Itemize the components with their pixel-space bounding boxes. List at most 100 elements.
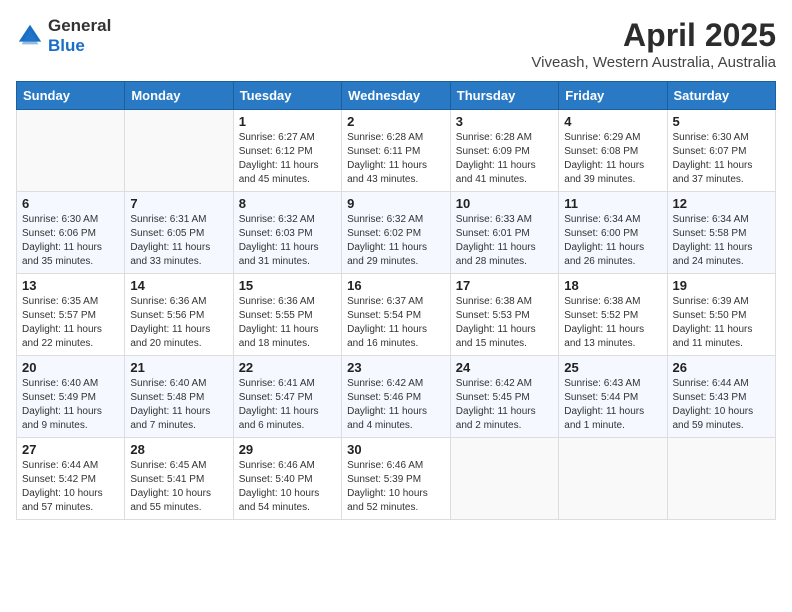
- main-title: April 2025: [531, 16, 776, 54]
- calendar-cell: 10 Sunrise: 6:33 AM Sunset: 6:01 PM Dayli…: [450, 192, 558, 274]
- calendar-cell: [450, 438, 558, 520]
- day-number: 8: [239, 196, 336, 211]
- day-info: Sunrise: 6:41 AM Sunset: 5:47 PM Dayligh…: [239, 377, 336, 433]
- logo-blue: Blue: [48, 36, 111, 56]
- day-info: Sunrise: 6:31 AM Sunset: 6:05 PM Dayligh…: [130, 213, 227, 269]
- calendar-cell: 18 Sunrise: 6:38 AM Sunset: 5:52 PM Dayli…: [559, 274, 667, 356]
- day-number: 11: [564, 196, 661, 211]
- logo-general: General: [48, 16, 111, 36]
- calendar-cell: 6Sunrise: 6:30 AM Sunset: 6:06 PM Daylig…: [17, 192, 125, 274]
- day-info: Sunrise: 6:37 AM Sunset: 5:54 PM Dayligh…: [347, 295, 445, 351]
- day-info: Sunrise: 6:46 AM Sunset: 5:39 PM Dayligh…: [347, 459, 445, 515]
- day-number: 26: [673, 360, 771, 375]
- calendar-cell: 2Sunrise: 6:28 AM Sunset: 6:11 PM Daylig…: [342, 110, 451, 192]
- calendar-week-row: 6Sunrise: 6:30 AM Sunset: 6:06 PM Daylig…: [17, 192, 776, 274]
- day-number: 9: [347, 196, 445, 211]
- calendar-cell: 25 Sunrise: 6:43 AM Sunset: 5:44 PM Dayli…: [559, 356, 667, 438]
- day-info: Sunrise: 6:27 AM Sunset: 6:12 PM Dayligh…: [239, 131, 336, 187]
- day-info: Sunrise: 6:32 AM Sunset: 6:03 PM Dayligh…: [239, 213, 336, 269]
- calendar-cell: 16 Sunrise: 6:37 AM Sunset: 5:54 PM Dayli…: [342, 274, 451, 356]
- day-info: Sunrise: 6:32 AM Sunset: 6:02 PM Dayligh…: [347, 213, 445, 269]
- calendar-cell: [17, 110, 125, 192]
- day-number: 14: [130, 278, 227, 293]
- calendar-cell: 11 Sunrise: 6:34 AM Sunset: 6:00 PM Dayli…: [559, 192, 667, 274]
- day-number: 12: [673, 196, 771, 211]
- day-number: 17: [456, 278, 553, 293]
- day-info: Sunrise: 6:34 AM Sunset: 5:58 PM Dayligh…: [673, 213, 771, 269]
- day-number: 16: [347, 278, 445, 293]
- day-info: Sunrise: 6:36 AM Sunset: 5:55 PM Dayligh…: [239, 295, 336, 351]
- calendar-week-row: 27 Sunrise: 6:44 AM Sunset: 5:42 PM Dayli…: [17, 438, 776, 520]
- calendar-cell: [125, 110, 233, 192]
- day-info: Sunrise: 6:30 AM Sunset: 6:07 PM Dayligh…: [673, 131, 771, 187]
- calendar-cell: 29Sunrise: 6:46 AM Sunset: 5:40 PM Dayli…: [233, 438, 341, 520]
- day-info: Sunrise: 6:44 AM Sunset: 5:42 PM Dayligh…: [22, 459, 119, 515]
- day-info: Sunrise: 6:43 AM Sunset: 5:44 PM Dayligh…: [564, 377, 661, 433]
- calendar-cell: 26Sunrise: 6:44 AM Sunset: 5:43 PM Dayli…: [667, 356, 776, 438]
- calendar-cell: 12 Sunrise: 6:34 AM Sunset: 5:58 PM Dayli…: [667, 192, 776, 274]
- day-number: 13: [22, 278, 119, 293]
- day-number: 20: [22, 360, 119, 375]
- day-info: Sunrise: 6:33 AM Sunset: 6:01 PM Dayligh…: [456, 213, 553, 269]
- calendar-cell: 5Sunrise: 6:30 AM Sunset: 6:07 PM Daylig…: [667, 110, 776, 192]
- day-number: 7: [130, 196, 227, 211]
- day-info: Sunrise: 6:34 AM Sunset: 6:00 PM Dayligh…: [564, 213, 661, 269]
- day-info: Sunrise: 6:45 AM Sunset: 5:41 PM Dayligh…: [130, 459, 227, 515]
- calendar-cell: 4 Sunrise: 6:29 AM Sunset: 6:08 PM Daylig…: [559, 110, 667, 192]
- calendar-cell: 19 Sunrise: 6:39 AM Sunset: 5:50 PM Dayli…: [667, 274, 776, 356]
- calendar-header-row: SundayMondayTuesdayWednesdayThursdayFrid…: [17, 82, 776, 110]
- day-info: Sunrise: 6:29 AM Sunset: 6:08 PM Dayligh…: [564, 131, 661, 187]
- calendar-header-thursday: Thursday: [450, 82, 558, 110]
- calendar-header-saturday: Saturday: [667, 82, 776, 110]
- day-number: 27: [22, 442, 119, 457]
- day-info: Sunrise: 6:39 AM Sunset: 5:50 PM Dayligh…: [673, 295, 771, 351]
- day-info: Sunrise: 6:46 AM Sunset: 5:40 PM Dayligh…: [239, 459, 336, 515]
- day-number: 30: [347, 442, 445, 457]
- day-number: 18: [564, 278, 661, 293]
- calendar-cell: 15 Sunrise: 6:36 AM Sunset: 5:55 PM Dayli…: [233, 274, 341, 356]
- calendar-cell: 3 Sunrise: 6:28 AM Sunset: 6:09 PM Daylig…: [450, 110, 558, 192]
- day-number: 24: [456, 360, 553, 375]
- title-area: April 2025 Viveash, Western Australia, A…: [531, 16, 776, 71]
- day-info: Sunrise: 6:30 AM Sunset: 6:06 PM Dayligh…: [22, 213, 119, 269]
- calendar-cell: 28 Sunrise: 6:45 AM Sunset: 5:41 PM Dayli…: [125, 438, 233, 520]
- day-info: Sunrise: 6:42 AM Sunset: 5:45 PM Dayligh…: [456, 377, 553, 433]
- day-info: Sunrise: 6:28 AM Sunset: 6:09 PM Dayligh…: [456, 131, 553, 187]
- calendar-header-wednesday: Wednesday: [342, 82, 451, 110]
- day-info: Sunrise: 6:42 AM Sunset: 5:46 PM Dayligh…: [347, 377, 445, 433]
- day-number: 4: [564, 114, 661, 129]
- calendar-header-tuesday: Tuesday: [233, 82, 341, 110]
- calendar-header-sunday: Sunday: [17, 82, 125, 110]
- day-number: 15: [239, 278, 336, 293]
- day-number: 10: [456, 196, 553, 211]
- calendar-table: SundayMondayTuesdayWednesdayThursdayFrid…: [16, 81, 776, 520]
- calendar-cell: 24 Sunrise: 6:42 AM Sunset: 5:45 PM Dayli…: [450, 356, 558, 438]
- day-number: 3: [456, 114, 553, 129]
- day-info: Sunrise: 6:38 AM Sunset: 5:53 PM Dayligh…: [456, 295, 553, 351]
- day-info: Sunrise: 6:38 AM Sunset: 5:52 PM Dayligh…: [564, 295, 661, 351]
- calendar-cell: 13Sunrise: 6:35 AM Sunset: 5:57 PM Dayli…: [17, 274, 125, 356]
- day-info: Sunrise: 6:40 AM Sunset: 5:49 PM Dayligh…: [22, 377, 119, 433]
- calendar-cell: 22Sunrise: 6:41 AM Sunset: 5:47 PM Dayli…: [233, 356, 341, 438]
- subtitle: Viveash, Western Australia, Australia: [531, 54, 776, 71]
- day-number: 28: [130, 442, 227, 457]
- calendar-cell: 21Sunrise: 6:40 AM Sunset: 5:48 PM Dayli…: [125, 356, 233, 438]
- logo: General Blue: [16, 16, 111, 56]
- calendar-header-monday: Monday: [125, 82, 233, 110]
- calendar-cell: 1 Sunrise: 6:27 AM Sunset: 6:12 PM Daylig…: [233, 110, 341, 192]
- calendar-week-row: 1 Sunrise: 6:27 AM Sunset: 6:12 PM Daylig…: [17, 110, 776, 192]
- day-number: 1: [239, 114, 336, 129]
- calendar-cell: 14 Sunrise: 6:36 AM Sunset: 5:56 PM Dayli…: [125, 274, 233, 356]
- calendar-week-row: 13Sunrise: 6:35 AM Sunset: 5:57 PM Dayli…: [17, 274, 776, 356]
- calendar-header-friday: Friday: [559, 82, 667, 110]
- day-info: Sunrise: 6:28 AM Sunset: 6:11 PM Dayligh…: [347, 131, 445, 187]
- day-number: 25: [564, 360, 661, 375]
- calendar-cell: [667, 438, 776, 520]
- day-number: 19: [673, 278, 771, 293]
- calendar-cell: 7 Sunrise: 6:31 AM Sunset: 6:05 PM Daylig…: [125, 192, 233, 274]
- calendar-cell: [559, 438, 667, 520]
- calendar-cell: 17 Sunrise: 6:38 AM Sunset: 5:53 PM Dayli…: [450, 274, 558, 356]
- calendar-cell: 27 Sunrise: 6:44 AM Sunset: 5:42 PM Dayli…: [17, 438, 125, 520]
- day-info: Sunrise: 6:36 AM Sunset: 5:56 PM Dayligh…: [130, 295, 227, 351]
- calendar-cell: 23Sunrise: 6:42 AM Sunset: 5:46 PM Dayli…: [342, 356, 451, 438]
